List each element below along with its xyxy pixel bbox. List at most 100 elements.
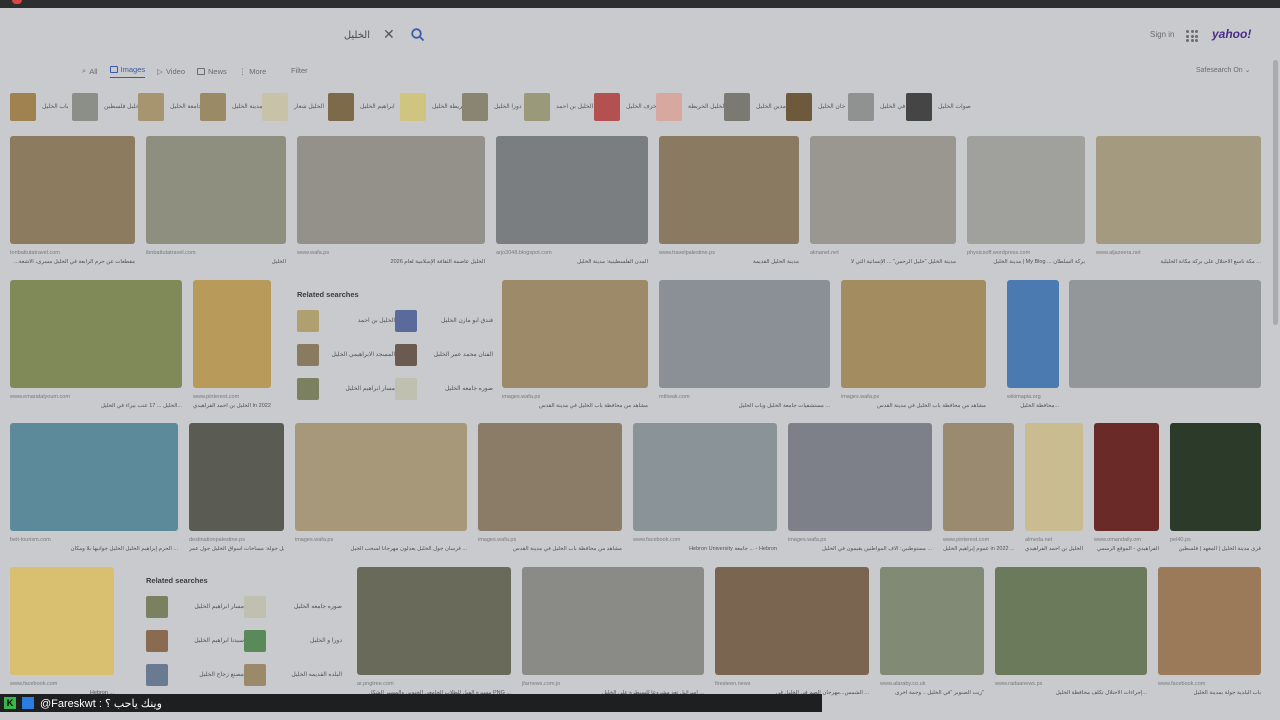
image-result-thumbnail[interactable] <box>880 567 984 675</box>
image-result-thumbnail[interactable] <box>788 423 932 531</box>
image-result-title[interactable]: مستشفيات جامعة الخليل وباب الخليل ... <box>659 403 830 409</box>
suggestion-pill[interactable]: خريطة الخليل <box>400 92 466 122</box>
image-result-source[interactable]: tonbattutatravel.com <box>10 250 135 256</box>
image-result-title[interactable]: مشاهد من محافظة باب الخليل في مدينة القد… <box>478 546 622 552</box>
image-result-source[interactable]: arjo3048.blogspot.com <box>496 250 648 256</box>
image-result-thumbnail[interactable] <box>1069 280 1261 388</box>
scrollbar[interactable] <box>1273 60 1278 325</box>
image-result-thumbnail[interactable] <box>146 136 286 244</box>
image-result-source[interactable]: www.aljazeera.net <box>1096 250 1261 256</box>
image-result-thumbnail[interactable] <box>522 567 704 675</box>
image-result-source[interactable]: ar.pngtree.com <box>357 681 511 687</box>
image-result-source[interactable]: images.wafa.ps <box>841 394 986 400</box>
image-result-thumbnail[interactable] <box>1094 423 1159 531</box>
image-result-title[interactable]: مشاهد من محافظة باب الخليل في مدينة القد… <box>502 403 648 409</box>
suggestion-pill[interactable]: مدينة الخليل <box>200 92 262 122</box>
suggestion-pill[interactable]: الخليل شعار <box>262 92 324 122</box>
image-result-title[interactable]: Hebron University جامعة ... - Hebron <box>633 546 777 552</box>
suggestion-pill[interactable]: خان الخليل <box>786 92 845 122</box>
image-result-title[interactable]: فرى مدينة الخليل | المعهد | فلسطين <box>1170 546 1261 552</box>
image-result-source[interactable]: www.pinterest.com <box>193 394 271 400</box>
image-result-source[interactable]: destinationpalestine.ps <box>189 537 284 543</box>
image-result-title[interactable]: باب البلدية جولة بمدينة الخليل <box>1158 690 1261 696</box>
image-result-source[interactable]: www.wafa.ps <box>297 250 485 256</box>
image-result-source[interactable]: aknanet.net <box>810 250 956 256</box>
related-search-item[interactable]: الفنان محمد عمر الخليل <box>395 344 493 366</box>
image-result-source[interactable]: images.wafa.ps <box>295 537 467 543</box>
suggestion-pill[interactable]: جامعة الخليل <box>138 92 202 122</box>
image-result-source[interactable]: www.alaraby.co.uk <box>880 681 984 687</box>
suggestion-pill[interactable]: الخليل فلسطين <box>72 92 143 122</box>
yahoo-logo[interactable]: yahoo! <box>1212 27 1251 41</box>
image-result-source[interactable]: beit-tourism.com <box>10 537 178 543</box>
suggestion-pill[interactable]: خزف الخليل <box>594 92 657 122</box>
image-result-source[interactable]: images.wafa.ps <box>788 537 932 543</box>
related-search-item[interactable]: البلده القديمه الخليل <box>244 664 342 686</box>
suggestion-pill[interactable]: الخليل بن احمد <box>524 92 593 122</box>
apps-grid-icon[interactable] <box>1186 30 1198 42</box>
image-result-source[interactable]: pel40.ps <box>1170 537 1261 543</box>
image-result-source[interactable]: www.facebook.com <box>1158 681 1261 687</box>
related-search-item[interactable]: صوره جامعه الخليل <box>395 378 493 400</box>
image-result-source[interactable]: physicsoff.wordpress.com <box>967 250 1085 256</box>
image-result-thumbnail[interactable] <box>659 136 799 244</box>
image-result-source[interactable]: almeda.net <box>1025 537 1083 543</box>
tab-images[interactable]: Images <box>109 64 146 78</box>
image-result-title[interactable]: مستوطنين: ألاف المواطنين يقيمون في الخلي… <box>788 546 932 552</box>
related-search-item[interactable]: سيدنا ابراهيم الخليل <box>146 630 244 652</box>
filter-button[interactable]: Filter <box>291 66 308 75</box>
image-result-title[interactable]: الخليل ... 17 عنب بيراء في الخليل... <box>10 403 182 409</box>
image-result-thumbnail[interactable] <box>1025 423 1083 531</box>
image-result-thumbnail[interactable] <box>1096 136 1261 244</box>
close-icon[interactable]: ✕ <box>383 26 395 43</box>
suggestion-pill[interactable]: صوات الخليل <box>906 92 971 122</box>
image-result-title[interactable]: الخليل <box>146 259 286 265</box>
image-result-thumbnail[interactable] <box>967 136 1085 244</box>
image-result-thumbnail[interactable] <box>943 423 1014 531</box>
image-result-source[interactable]: jfarnews.com.jo <box>522 681 704 687</box>
image-result-source[interactable]: firesteen.news <box>715 681 869 687</box>
image-result-title[interactable]: الخليل عاصمة الثقافة الإسلامية لعام 2026 <box>297 259 485 265</box>
image-result-thumbnail[interactable] <box>496 136 648 244</box>
image-result-title[interactable]: المدن الفلسطينية: مدينة الخليل <box>496 259 648 265</box>
image-result-title[interactable]: عموم إبراهيم الخليل in 2022 ... <box>943 546 1014 552</box>
image-result-title[interactable]: محافظة الخليل... <box>1007 403 1059 409</box>
image-result-thumbnail[interactable] <box>1158 567 1261 675</box>
image-result-thumbnail[interactable] <box>1170 423 1261 531</box>
image-result-thumbnail[interactable] <box>10 423 178 531</box>
image-result-title[interactable]: فرسان جول الخليل يعدلون مهرجانا لسحب الخ… <box>295 546 467 552</box>
suggestion-pill[interactable]: مدين الخليل <box>724 92 786 122</box>
image-result-thumbnail[interactable] <box>810 136 956 244</box>
image-result-title[interactable]: الخليل بن أحمد الفراهيدي <box>1025 546 1083 552</box>
image-result-source[interactable]: www.emaratalyoum.com <box>10 394 182 400</box>
related-search-item[interactable]: دورا و الخليل <box>244 630 342 652</box>
image-result-thumbnail[interactable] <box>193 280 271 388</box>
related-search-item[interactable]: المسجد الابراهيمي الخليل <box>297 344 395 366</box>
image-result-source[interactable]: wikimapia.org <box>1007 394 1059 400</box>
image-result-title[interactable]: مشاهد من محافظة باب الخليل في مدينة القد… <box>841 403 986 409</box>
image-result-source[interactable]: www.facebook.com <box>10 681 114 687</box>
image-result-title[interactable]: الخليل بن أحمد الفراهيدي In 2022 ... <box>193 403 271 409</box>
image-result-title[interactable]: الفراهيدي - الموقع الرسمي <box>1094 546 1159 552</box>
related-search-item[interactable]: صوره جامعه الخليل <box>244 596 342 618</box>
related-search-item[interactable]: الخليل بن احمد <box>297 310 395 332</box>
image-result-title[interactable]: زيت الصنوبر "في الخليل .. وجمة أخرى" <box>880 690 984 696</box>
image-result-title[interactable]: ...مقطعات عن حرم الرابعة في الخليل مسرى،… <box>10 259 135 265</box>
image-result-thumbnail[interactable] <box>357 567 511 675</box>
image-result-title[interactable]: مكة تاسع الاحتلال على بركة مكانة الخليلي… <box>1096 259 1261 265</box>
image-result-thumbnail[interactable] <box>10 136 135 244</box>
image-result-title[interactable]: الخليل جولة: مساحات أسواق الخليل جول عمر <box>189 546 284 552</box>
related-search-item[interactable]: مسار ابراهيم الخليل <box>297 378 395 400</box>
image-result-thumbnail[interactable] <box>995 567 1147 675</box>
tab-news[interactable]: News <box>196 64 227 78</box>
image-result-source[interactable]: www.travelpalestine.ps <box>659 250 799 256</box>
search-input[interactable]: الخليل <box>330 30 370 41</box>
image-result-thumbnail[interactable] <box>1007 280 1059 388</box>
image-result-thumbnail[interactable] <box>189 423 284 531</box>
image-result-title[interactable]: إجراءات الاحتلال تكلف محافظة الخليل... <box>995 690 1147 696</box>
image-result-source[interactable]: www.omandaily.om <box>1094 537 1159 543</box>
related-search-item[interactable]: مصنع زجاج الخليل <box>146 664 244 686</box>
image-result-source[interactable]: mtitwak.com <box>659 394 830 400</box>
safesearch-dropdown[interactable]: Safesearch On ⌄ <box>1196 66 1251 74</box>
suggestion-pill[interactable]: دورا الخليل <box>462 92 522 122</box>
